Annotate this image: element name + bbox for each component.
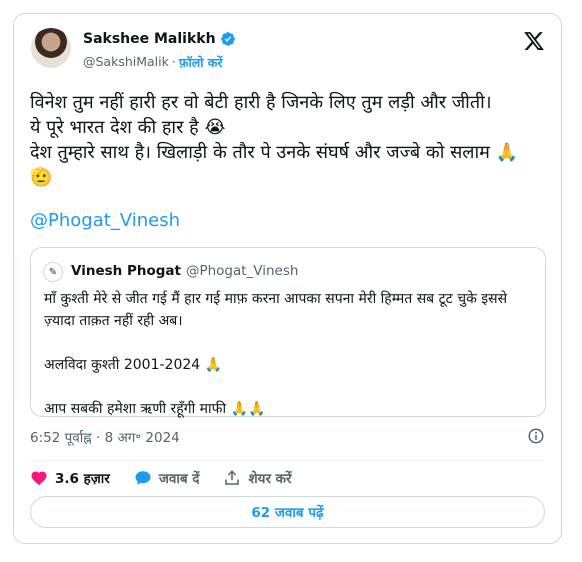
handle-separator: ·: [171, 54, 176, 69]
x-logo-icon[interactable]: [523, 30, 545, 52]
quoted-tweet-text: माँ कुश्ती मेरे से जीत गई मैं हार गई माफ…: [44, 291, 508, 417]
author-name[interactable]: Sakshee Malikkh: [83, 31, 216, 47]
timestamp-separator: ·: [95, 430, 101, 446]
author-handle-row: @SakshiMalik · फ़ॉलो करें: [83, 54, 223, 71]
author-name-row[interactable]: Sakshee Malikkh: [83, 31, 236, 47]
share-label: शेयर करें: [248, 471, 292, 487]
info-icon[interactable]: [527, 427, 545, 445]
action-bar: 3.6 हज़ार जवाब दें शेयर करें: [30, 469, 292, 487]
tweet-timestamp[interactable]: 6:52 पूर्वाह्न · 8 अग॰ 2024: [30, 428, 180, 446]
like-count: 3.6 हज़ार: [55, 471, 110, 487]
read-replies-button[interactable]: 62 जवाब पढ़ें: [30, 496, 545, 528]
quoted-author-handle: @Phogat_Vinesh: [185, 263, 299, 279]
quoted-avatar: ✎: [43, 262, 63, 282]
heart-icon: [31, 471, 47, 486]
tweet-time: 6:52 पूर्वाह्न: [30, 430, 92, 446]
author-handle[interactable]: @SakshiMalik: [83, 54, 169, 71]
quoted-author-name: Vinesh Phogat: [71, 263, 181, 279]
tweet-date: 8 अग॰ 2024: [104, 430, 180, 446]
share-button[interactable]: शेयर करें: [223, 469, 292, 487]
like-button[interactable]: 3.6 हज़ार: [30, 469, 110, 487]
share-icon: [225, 470, 240, 485]
speech-bubble-icon: [135, 471, 151, 485]
quoted-tweet-header: Vinesh Phogat @Phogat_Vinesh: [71, 263, 298, 279]
avatar[interactable]: [31, 28, 71, 68]
verified-badge-icon: [220, 32, 235, 46]
reply-label: जवाब दें: [158, 471, 200, 487]
quoted-tweet[interactable]: ✎ Vinesh Phogat @Phogat_Vinesh माँ कुश्त…: [30, 247, 546, 417]
tweet-text: विनेश तुम नहीं हारी हर वो बेटी हारी है ज…: [30, 92, 519, 188]
divider: [30, 460, 545, 461]
follow-button[interactable]: फ़ॉलो करें: [179, 54, 223, 71]
reply-button[interactable]: जवाब दें: [134, 469, 200, 487]
tweet-card: Sakshee Malikkh @SakshiMalik · फ़ॉलो करे…: [13, 13, 562, 544]
mention-link[interactable]: @Phogat_Vinesh: [30, 210, 180, 231]
